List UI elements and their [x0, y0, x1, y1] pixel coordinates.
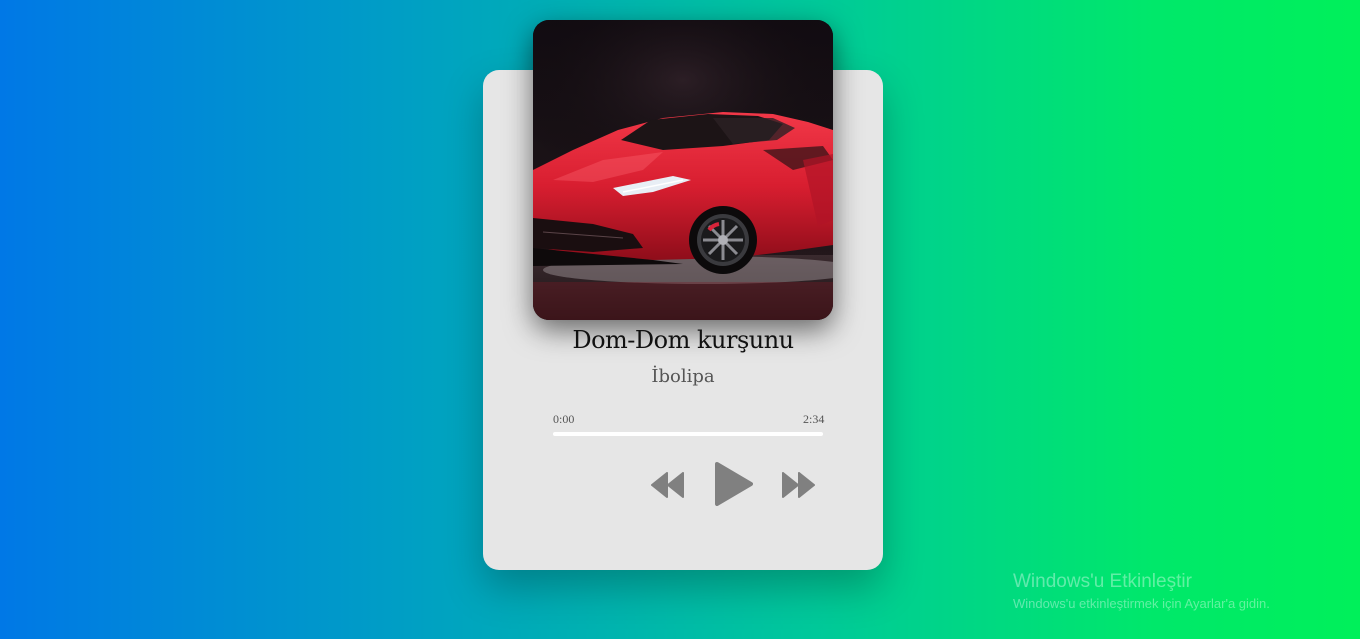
watermark-title: Windows'u Etkinleştir — [1013, 571, 1192, 592]
total-time: 2:34 — [803, 412, 825, 426]
windows-activation-watermark: Windows'u Etkinleştir Windows'u etkinleş… — [1013, 570, 1270, 614]
album-cover — [533, 20, 833, 320]
song-title: Dom-Dom kurşunu — [572, 326, 794, 354]
rewind-icon[interactable] — [651, 472, 685, 498]
play-icon[interactable] — [713, 462, 753, 506]
watermark-subtitle: Windows'u etkinleştirmek için Ayarlar'a … — [1013, 596, 1270, 611]
fast-forward-icon[interactable] — [781, 472, 815, 498]
sports-car-artwork — [533, 20, 833, 320]
progress-bar[interactable] — [553, 432, 823, 436]
artist-name: İbolipa — [651, 366, 715, 387]
current-time: 0:00 — [553, 412, 575, 426]
